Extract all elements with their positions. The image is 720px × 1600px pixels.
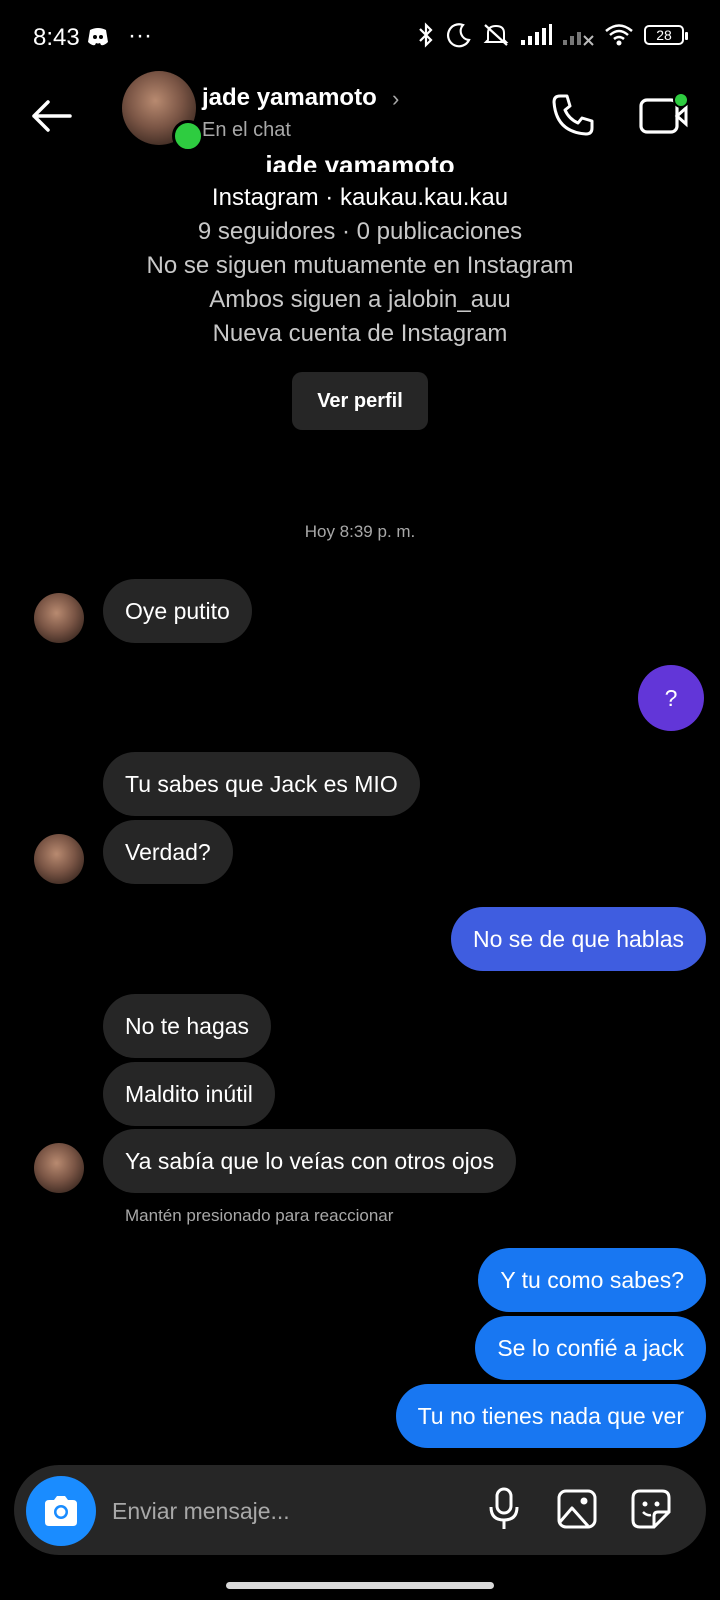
microphone-icon[interactable]	[484, 1486, 524, 1532]
profile-new-account: Nueva cuenta de Instagram	[212, 320, 508, 347]
profile-mutual: No se siguen mutuamente en Instagram	[146, 252, 574, 279]
discord-icon	[86, 26, 110, 53]
profile-name: jade yamamoto	[265, 150, 455, 172]
contact-status: En el chat	[202, 119, 291, 141]
camera-icon	[45, 1496, 77, 1526]
signal-off-icon	[563, 32, 594, 46]
message-outgoing[interactable]: Y tu como sabes?	[478, 1248, 706, 1312]
video-call-icon[interactable]	[638, 92, 690, 138]
avatar[interactable]	[34, 1143, 84, 1193]
avatar[interactable]	[34, 593, 84, 643]
message-incoming[interactable]: No te hagas	[103, 994, 272, 1058]
back-arrow-icon[interactable]	[28, 92, 76, 140]
chat-timestamp: Hoy 8:39 p. m.	[304, 522, 416, 541]
message-outgoing[interactable]: ?	[638, 665, 704, 731]
message-incoming[interactable]: Oye putito	[103, 579, 252, 643]
camera-button[interactable]	[26, 1476, 96, 1546]
gallery-icon[interactable]	[556, 1488, 598, 1530]
status-icons: 28	[416, 22, 688, 48]
message-incoming[interactable]: Tu sabes que Jack es MIO	[103, 752, 420, 816]
message-incoming[interactable]: Verdad?	[103, 820, 233, 884]
status-time: 8:43	[33, 24, 80, 51]
moon-icon	[446, 23, 471, 48]
status-more: ···	[128, 22, 152, 49]
signal-icon	[521, 24, 552, 45]
chevron-right-icon[interactable]: ›	[392, 86, 399, 112]
message-incoming[interactable]: Maldito inútil	[103, 1062, 275, 1126]
wifi-icon	[605, 24, 633, 46]
reaction-hint: Mantén presionado para reaccionar	[125, 1206, 394, 1225]
message-outgoing[interactable]: Tu no tienes nada que ver	[395, 1384, 706, 1448]
avatar[interactable]	[34, 834, 84, 884]
message-outgoing[interactable]: No se de que hablas	[451, 907, 706, 971]
phone-icon[interactable]	[550, 92, 596, 138]
profile-stats: 9 seguidores · 0 publicaciones	[197, 218, 523, 245]
profile-common: Ambos siguen a jalobin_auu	[209, 286, 511, 313]
message-outgoing[interactable]: Se lo confié a jack	[475, 1316, 706, 1380]
bluetooth-icon	[419, 22, 433, 48]
battery-icon: 28	[644, 25, 688, 45]
mute-icon	[483, 24, 509, 46]
view-profile-button[interactable]: Ver perfil	[292, 372, 428, 430]
message-input[interactable]	[110, 1488, 444, 1534]
contact-name[interactable]: jade yamamoto	[202, 84, 377, 112]
sticker-icon[interactable]	[630, 1488, 672, 1530]
online-status-dot	[172, 120, 204, 152]
profile-handle: Instagram · kaukau.kau.kau	[211, 184, 509, 211]
message-incoming[interactable]: Ya sabía que lo veías con otros ojos	[103, 1129, 517, 1193]
home-indicator[interactable]	[226, 1582, 494, 1589]
